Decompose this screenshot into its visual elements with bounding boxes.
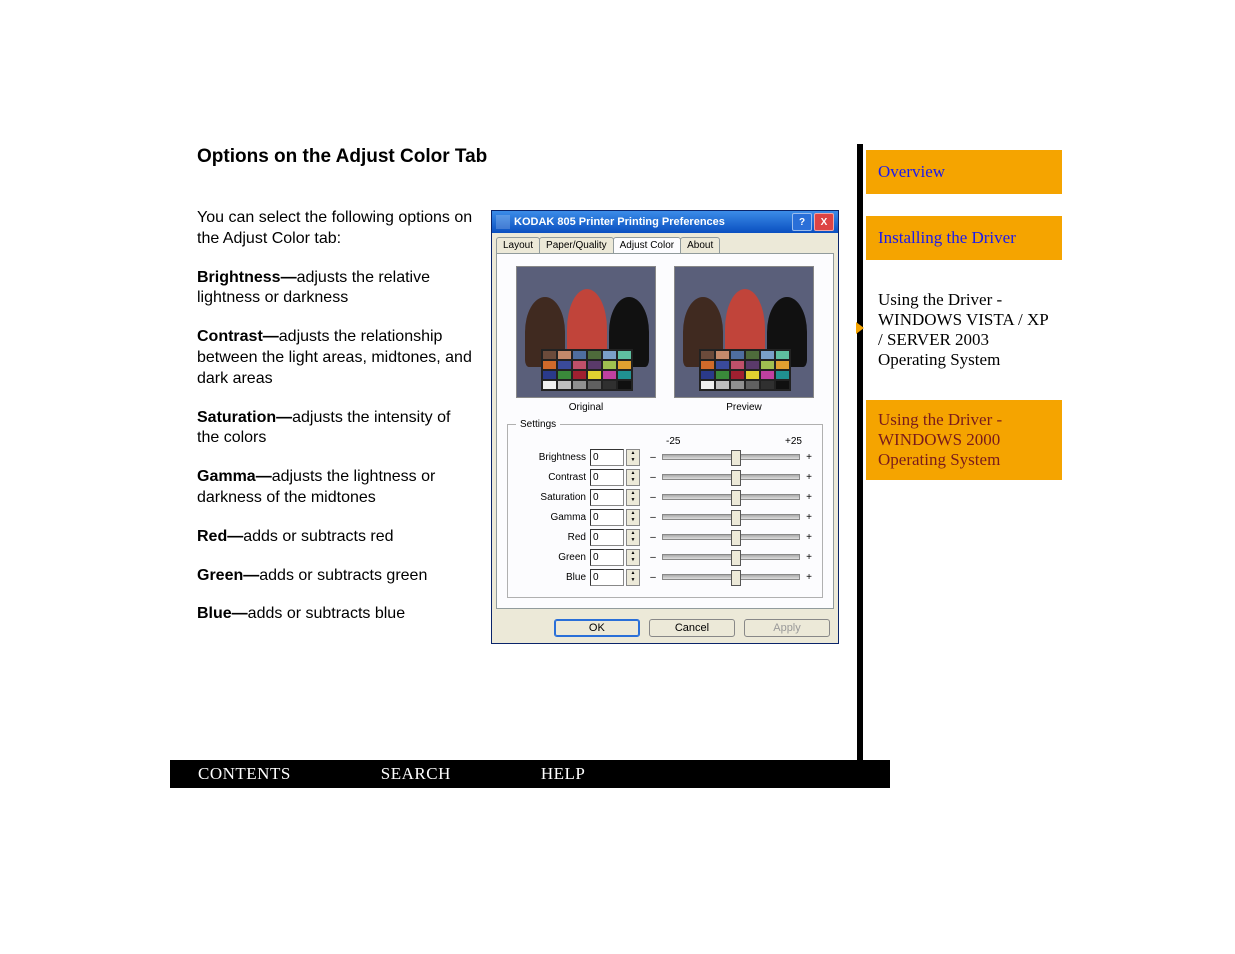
bottombar-search[interactable]: SEARCH — [381, 764, 451, 784]
nav-overview[interactable]: Overview — [866, 150, 1062, 194]
apply-button[interactable]: Apply — [744, 619, 830, 637]
minus-icon: – — [648, 572, 658, 583]
brightness-row: Brightness0▲▼– + — [516, 447, 814, 467]
red-row: Red0▲▼– + — [516, 527, 814, 547]
intro-text: You can select the following options on … — [197, 208, 477, 250]
brightness-slider[interactable] — [662, 454, 800, 460]
red-slider[interactable] — [662, 534, 800, 540]
green-value[interactable]: 0 — [590, 549, 624, 566]
tab-layout[interactable]: Layout — [496, 237, 540, 253]
saturation-row: Saturation0▲▼– + — [516, 487, 814, 507]
contrast-row: Contrast0▲▼– + — [516, 467, 814, 487]
scale-neg: -25 — [666, 436, 680, 447]
printing-preferences-dialog: KODAK 805 Printer Printing Preferences ?… — [491, 210, 839, 644]
red-spinner[interactable]: ▲▼ — [626, 529, 640, 546]
cancel-button[interactable]: Cancel — [649, 619, 735, 637]
minus-icon: – — [648, 512, 658, 523]
red-value[interactable]: 0 — [590, 529, 624, 546]
minus-icon: – — [648, 552, 658, 563]
scale-pos: +25 — [785, 436, 802, 447]
nav-using-vista[interactable]: Using the Driver - WINDOWS VISTA / XP / … — [866, 282, 1062, 378]
brightness-value[interactable]: 0 — [590, 449, 624, 466]
gamma-row: Gamma0▲▼– + — [516, 507, 814, 527]
plus-icon: + — [804, 492, 814, 503]
titlebar: KODAK 805 Printer Printing Preferences ?… — [492, 211, 838, 233]
plus-icon: + — [804, 452, 814, 463]
nav-using-2000[interactable]: Using the Driver - WINDOWS 2000 Operatin… — [866, 400, 1062, 480]
tab-adjust-color[interactable]: Adjust Color — [613, 237, 681, 253]
gamma-label: Gamma — [516, 512, 590, 523]
saturation-value[interactable]: 0 — [590, 489, 624, 506]
settings-legend: Settings — [516, 419, 560, 430]
original-label: Original — [516, 402, 656, 413]
original-image — [516, 266, 656, 398]
dialog-title: KODAK 805 Printer Printing Preferences — [514, 216, 790, 228]
brightness-spinner[interactable]: ▲▼ — [626, 449, 640, 466]
blue-slider[interactable] — [662, 574, 800, 580]
gamma-spinner[interactable]: ▲▼ — [626, 509, 640, 526]
blue-spinner[interactable]: ▲▼ — [626, 569, 640, 586]
contrast-value[interactable]: 0 — [590, 469, 624, 486]
minus-icon: – — [648, 472, 658, 483]
contrast-slider[interactable] — [662, 474, 800, 480]
bottom-bar: CONTENTS SEARCH HELP — [170, 760, 890, 788]
blue-label: Blue — [516, 572, 590, 583]
tab-paper-quality[interactable]: Paper/Quality — [539, 237, 614, 253]
saturation-spinner[interactable]: ▲▼ — [626, 489, 640, 506]
options-text: You can select the following options on … — [197, 208, 477, 643]
preview-image — [674, 266, 814, 398]
app-icon — [496, 215, 510, 229]
minus-icon: – — [648, 452, 658, 463]
red-label: Red — [516, 532, 590, 543]
contrast-label: Contrast — [516, 472, 590, 483]
minus-icon: – — [648, 492, 658, 503]
plus-icon: + — [804, 472, 814, 483]
plus-icon: + — [804, 512, 814, 523]
plus-icon: + — [804, 552, 814, 563]
close-button[interactable]: X — [814, 213, 834, 231]
vertical-rule — [857, 144, 863, 784]
preview-label: Preview — [674, 402, 814, 413]
contrast-spinner[interactable]: ▲▼ — [626, 469, 640, 486]
page-title: Options on the Adjust Color Tab — [197, 146, 847, 168]
tab-about[interactable]: About — [680, 237, 720, 253]
blue-row: Blue0▲▼– + — [516, 567, 814, 587]
gamma-value[interactable]: 0 — [590, 509, 624, 526]
blue-value[interactable]: 0 — [590, 569, 624, 586]
brightness-label: Brightness — [516, 452, 590, 463]
gamma-slider[interactable] — [662, 514, 800, 520]
plus-icon: + — [804, 572, 814, 583]
bottombar-contents[interactable]: CONTENTS — [198, 764, 291, 784]
plus-icon: + — [804, 532, 814, 543]
green-slider[interactable] — [662, 554, 800, 560]
bottombar-help[interactable]: HELP — [541, 764, 586, 784]
saturation-slider[interactable] — [662, 494, 800, 500]
help-button[interactable]: ? — [792, 213, 812, 231]
green-row: Green0▲▼– + — [516, 547, 814, 567]
minus-icon: – — [648, 532, 658, 543]
green-label: Green — [516, 552, 590, 563]
green-spinner[interactable]: ▲▼ — [626, 549, 640, 566]
nav-installing[interactable]: Installing the Driver — [866, 216, 1062, 260]
saturation-label: Saturation — [516, 492, 590, 503]
ok-button[interactable]: OK — [554, 619, 640, 637]
